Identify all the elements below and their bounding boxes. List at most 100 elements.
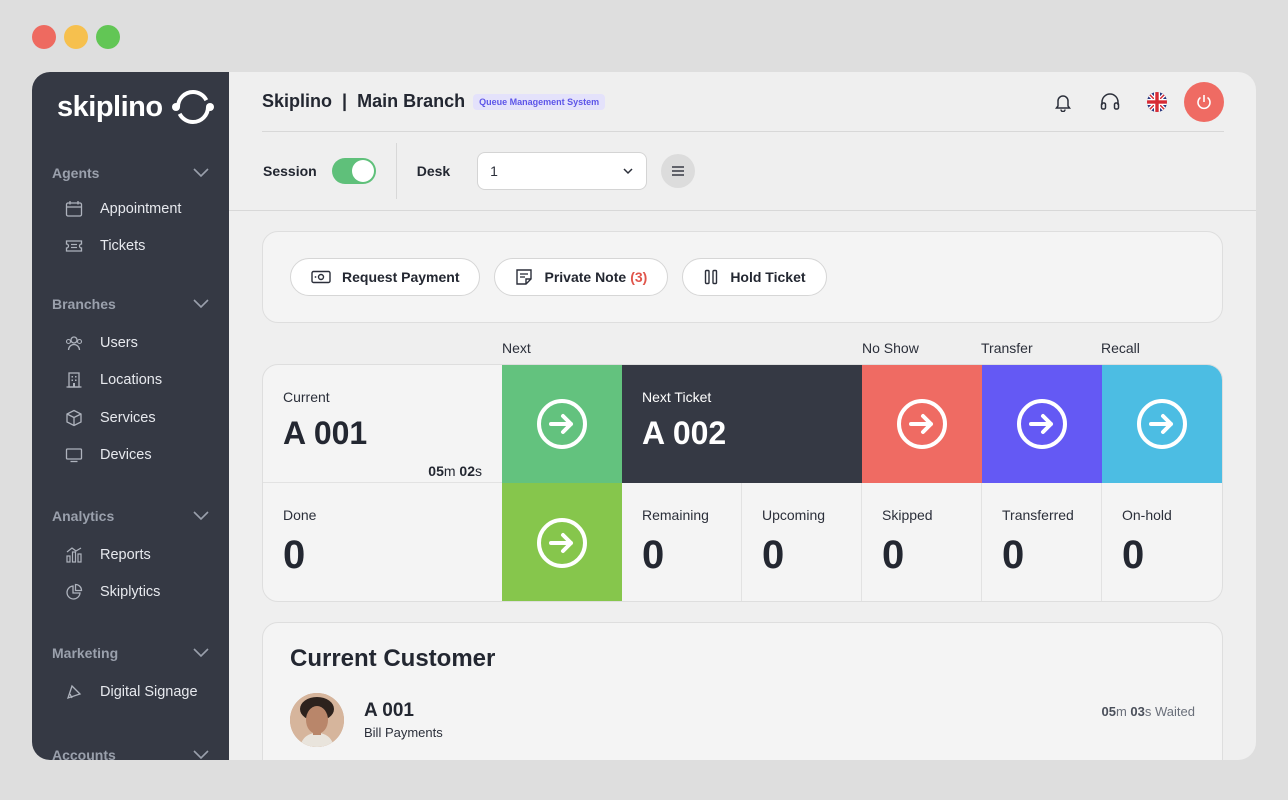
sidebar-item-tickets[interactable]: Tickets [32, 228, 229, 266]
company-name: Skiplino [262, 91, 333, 111]
sidebar-section-accounts: Accounts [32, 743, 229, 761]
sidebar-section-header-branches[interactable]: Branches [32, 292, 229, 316]
sidebar-item-services[interactable]: Services [32, 399, 229, 437]
sidebar-section-title: Analytics [52, 508, 115, 524]
arrow-right-circle-icon [537, 518, 587, 568]
close-window-button[interactable] [32, 25, 56, 49]
product-tag: Queue Management System [473, 93, 606, 110]
header-actions [1039, 81, 1224, 122]
no-show-column-label: No Show [862, 340, 919, 356]
sidebar-section-header-agents[interactable]: Agents [32, 161, 229, 185]
calendar-icon [65, 200, 83, 218]
language-button[interactable] [1133, 82, 1180, 122]
sidebar-section-title: Accounts [52, 746, 116, 761]
page-title: Skiplino | Main Branch [262, 91, 465, 112]
logout-button[interactable] [1184, 81, 1224, 122]
recall-column-label: Recall [1101, 340, 1140, 356]
box-icon [65, 409, 83, 427]
sidebar-item-reports[interactable]: Reports [32, 536, 229, 574]
users-icon [65, 334, 83, 352]
private-note-button[interactable]: Private Note (3) [494, 258, 669, 296]
private-note-count: (3) [630, 269, 648, 285]
ticket-actions-card: Request Payment Private Note (3) Hold Tic… [262, 231, 1223, 323]
recall-button[interactable] [1102, 365, 1222, 483]
chevron-down-icon [623, 168, 633, 175]
desk-label: Desk [416, 163, 451, 179]
transferred-stat-cell: Transferred 0 [982, 483, 1102, 601]
customer-wait-time: 05m 03s Waited [1101, 704, 1195, 719]
chevron-down-icon [193, 168, 209, 178]
arrow-right-circle-icon [1137, 399, 1187, 449]
hold-ticket-button[interactable]: Hold Ticket [682, 258, 827, 296]
session-toolbar: Session Desk 1 [229, 132, 1256, 211]
chart-icon [65, 546, 83, 564]
done-value: 0 [283, 533, 306, 577]
skipped-stat-cell: Skipped 0 [862, 483, 982, 601]
logo[interactable]: skiplino [32, 72, 229, 132]
session-label: Session [263, 163, 317, 179]
minimize-window-button[interactable] [64, 25, 88, 49]
wait-seconds-unit: s [1144, 704, 1152, 719]
ticket-icon [65, 237, 83, 255]
arrow-right-circle-icon [537, 399, 587, 449]
current-ticket-number: A 001 [283, 415, 368, 451]
sidebar-item-digital-signage[interactable]: Digital Signage [32, 673, 229, 711]
sidebar-item-skiplytics[interactable]: Skiplytics [32, 574, 229, 612]
notifications-button[interactable] [1039, 82, 1086, 122]
hold-ticket-label: Hold Ticket [730, 269, 806, 285]
upcoming-stat-cell: Upcoming 0 [742, 483, 862, 601]
sidebar-section-analytics: Analytics Reports Skiplytics [32, 504, 229, 611]
no-show-button[interactable] [862, 365, 982, 483]
next-ticket-number: A 002 [642, 415, 727, 451]
wait-minutes: 05 [1101, 704, 1116, 719]
remaining-label: Remaining [642, 507, 709, 523]
next-column-label: Next [502, 340, 531, 356]
queue-grid: Current A 001 05m 02s Next Ticket A 002 [262, 364, 1223, 602]
remaining-value: 0 [642, 533, 665, 577]
customer-service: Bill Payments [364, 725, 443, 740]
sidebar-item-appointment[interactable]: Appointment [32, 190, 229, 228]
sidebar-item-label: Tickets [100, 238, 146, 255]
maximize-window-button[interactable] [96, 25, 120, 49]
support-button[interactable] [1086, 82, 1133, 122]
avatar [290, 693, 344, 747]
branch-name: Main Branch [357, 91, 466, 111]
logo-mark-icon [171, 90, 214, 124]
arrow-right-circle-icon [897, 399, 947, 449]
transferred-label: Transferred [1002, 507, 1074, 523]
monitor-icon [65, 446, 83, 464]
queue-column-labels: Next No Show Transfer Recall [262, 340, 1223, 358]
sidebar-item-devices[interactable]: Devices [32, 437, 229, 475]
desk-select[interactable]: 1 [477, 152, 648, 190]
next-button[interactable] [502, 365, 622, 483]
transfer-button[interactable] [982, 365, 1102, 483]
done-label: Done [283, 507, 317, 523]
on-hold-label: On-hold [1122, 507, 1172, 523]
pause-icon [703, 269, 719, 285]
session-toggle[interactable] [331, 158, 376, 184]
next-ticket-label: Next Ticket [642, 389, 712, 405]
header: Skiplino | Main Branch Queue Management … [262, 72, 1224, 132]
customer-portrait [290, 693, 344, 747]
sidebar-item-label: Devices [100, 447, 152, 464]
request-payment-button[interactable]: Request Payment [290, 258, 481, 296]
power-icon [1197, 94, 1211, 109]
timer-minutes: 05 [428, 463, 444, 479]
sidebar-section-header-marketing[interactable]: Marketing [32, 641, 229, 665]
sidebar-item-users[interactable]: Users [32, 324, 229, 362]
sidebar-section-header-analytics[interactable]: Analytics [32, 504, 229, 528]
sidebar-section-branches: Branches Users Locations Services Device… [32, 292, 229, 474]
menu-button[interactable] [661, 154, 696, 188]
divider [395, 143, 397, 199]
sidebar-section-header-accounts[interactable]: Accounts [32, 743, 229, 761]
timer-seconds: 02 [459, 463, 475, 479]
sidebar-section-agents: Agents Appointment Tickets [32, 161, 229, 265]
done-button[interactable] [502, 483, 622, 601]
sidebar-item-label: Skiplytics [100, 584, 161, 601]
wait-minutes-unit: m [1115, 704, 1127, 719]
sidebar-item-locations[interactable]: Locations [32, 362, 229, 400]
on-hold-value: 0 [1122, 533, 1145, 577]
done-stat-cell: Done 0 [263, 483, 502, 601]
transferred-value: 0 [1002, 533, 1025, 577]
window-controls [32, 25, 120, 49]
